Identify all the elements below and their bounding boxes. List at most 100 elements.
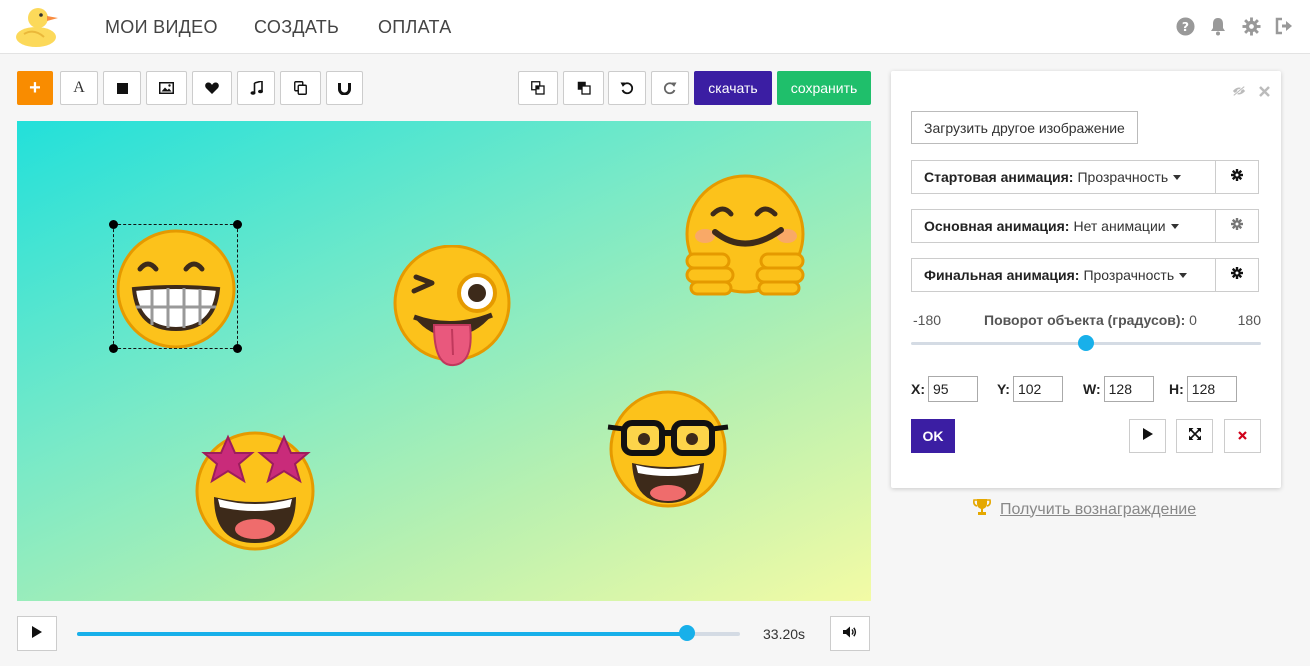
bring-front-button[interactable] — [518, 71, 558, 105]
magnet-button[interactable] — [326, 71, 363, 105]
final-animation-settings-button[interactable] — [1215, 258, 1259, 292]
w-field-group: W: — [1083, 376, 1154, 402]
load-image-button[interactable]: Загрузить другое изображение — [911, 111, 1138, 144]
y-input[interactable] — [1012, 376, 1063, 402]
duck-logo[interactable] — [14, 4, 66, 48]
nav-my-videos[interactable]: МОИ ВИДЕО — [105, 17, 218, 38]
h-field-group: H: — [1169, 376, 1237, 402]
hugging-emoji[interactable] — [681, 174, 809, 303]
play-icon — [32, 625, 42, 643]
undo-icon — [620, 81, 634, 95]
resize-handle-tl[interactable] — [109, 220, 118, 229]
fullscreen-button[interactable] — [1176, 419, 1213, 453]
timeline-progress — [77, 632, 687, 636]
gear-icon — [1231, 168, 1243, 186]
y-field-group: Y: — [997, 376, 1063, 402]
y-label: Y: — [997, 381, 1010, 397]
main-animation-settings-button[interactable] — [1215, 209, 1259, 243]
winking-tongue-emoji[interactable] — [392, 244, 514, 374]
rotation-max-label: 180 — [1237, 312, 1261, 328]
reward-label: Получить вознаграждение — [1000, 500, 1197, 518]
download-button[interactable]: скачать — [694, 71, 772, 105]
add-shape-button[interactable] — [103, 71, 141, 105]
preview-play-button[interactable] — [1129, 419, 1166, 453]
start-animation-select[interactable]: Стартовая анимация: Прозрачность — [911, 160, 1216, 194]
layer-front-icon — [531, 81, 545, 95]
x-label: X: — [911, 381, 925, 397]
rotation-value: 0 — [1189, 312, 1197, 328]
music-note-icon — [250, 81, 263, 95]
hide-eye-icon[interactable] — [1232, 85, 1246, 97]
redo-button[interactable] — [651, 71, 689, 105]
magnet-icon — [338, 82, 351, 95]
heart-icon — [205, 82, 219, 94]
timeline-thumb[interactable] — [678, 625, 695, 641]
ok-button[interactable]: OK — [911, 419, 955, 453]
main-animation-value: Нет анимации — [1073, 218, 1166, 234]
gear-icon — [1231, 266, 1243, 284]
play-button[interactable] — [17, 616, 57, 651]
start-animation-settings-button[interactable] — [1215, 160, 1259, 194]
square-icon — [116, 82, 128, 94]
help-icon[interactable]: ? — [1175, 16, 1195, 36]
play-icon — [1142, 427, 1153, 445]
w-input[interactable] — [1103, 376, 1154, 402]
send-back-button[interactable] — [563, 71, 604, 105]
final-animation-row: Финальная анимация: Прозрачность — [911, 258, 1261, 292]
delete-button[interactable] — [1224, 419, 1261, 453]
timeline-slider[interactable] — [77, 625, 740, 641]
redo-icon — [663, 81, 677, 95]
main-animation-row: Основная анимация: Нет анимации — [911, 209, 1261, 243]
reward-link[interactable]: Получить вознаграждение — [972, 498, 1196, 521]
expand-icon — [1188, 427, 1201, 445]
undo-button[interactable] — [608, 71, 646, 105]
rotation-title: Поворот объекта (градусов): 0 — [984, 312, 1197, 328]
video-canvas[interactable] — [17, 121, 871, 601]
close-icon[interactable] — [1257, 85, 1271, 97]
h-input[interactable] — [1186, 376, 1237, 402]
nav-create[interactable]: СОЗДАТЬ — [254, 17, 339, 38]
properties-panel: Загрузить другое изображение Стартовая а… — [891, 71, 1281, 488]
gear-icon — [1231, 217, 1243, 235]
start-animation-label: Стартовая анимация: — [924, 169, 1074, 185]
save-button[interactable]: сохранить — [777, 71, 871, 105]
start-animation-row: Стартовая анимация: Прозрачность — [911, 160, 1261, 194]
copy-icon — [294, 81, 307, 95]
x-field-group: X: — [911, 376, 978, 402]
rotation-thumb[interactable] — [1078, 335, 1094, 351]
resize-handle-bl[interactable] — [109, 344, 118, 353]
gear-icon[interactable] — [1241, 16, 1261, 36]
volume-button[interactable] — [830, 616, 870, 651]
rotation-min-label: -180 — [913, 312, 942, 328]
close-icon — [1238, 427, 1247, 445]
w-label: W: — [1083, 381, 1101, 397]
time-readout: 33.20s — [763, 626, 806, 642]
h-label: H: — [1169, 381, 1184, 397]
add-sticker-button[interactable] — [192, 71, 232, 105]
add-image-button[interactable] — [146, 71, 187, 105]
main-animation-select[interactable]: Основная анимация: Нет анимации — [911, 209, 1216, 243]
caret-down-icon — [1179, 273, 1188, 278]
final-animation-select[interactable]: Финальная анимация: Прозрачность — [911, 258, 1216, 292]
volume-icon — [843, 625, 857, 643]
star-struck-emoji[interactable] — [192, 431, 318, 556]
add-button[interactable]: + — [17, 71, 53, 105]
final-animation-value: Прозрачность — [1083, 267, 1175, 283]
final-animation-label: Финальная анимация: — [924, 267, 1080, 283]
trophy-icon — [972, 498, 992, 521]
duplicate-button[interactable] — [280, 71, 321, 105]
caret-down-icon — [1173, 175, 1182, 180]
add-text-button[interactable]: A — [60, 71, 98, 105]
logout-icon[interactable] — [1274, 16, 1294, 36]
start-animation-value: Прозрачность — [1077, 169, 1169, 185]
x-input[interactable] — [928, 376, 978, 402]
resize-handle-tr[interactable] — [233, 220, 242, 229]
resize-handle-br[interactable] — [233, 344, 242, 353]
add-music-button[interactable] — [237, 71, 275, 105]
rotation-slider[interactable] — [911, 335, 1261, 351]
selection-box[interactable] — [109, 220, 242, 353]
nerd-emoji[interactable] — [604, 389, 732, 514]
nav-payment[interactable]: ОПЛАТА — [378, 17, 452, 38]
bell-icon[interactable] — [1208, 16, 1228, 36]
image-icon — [159, 82, 174, 94]
